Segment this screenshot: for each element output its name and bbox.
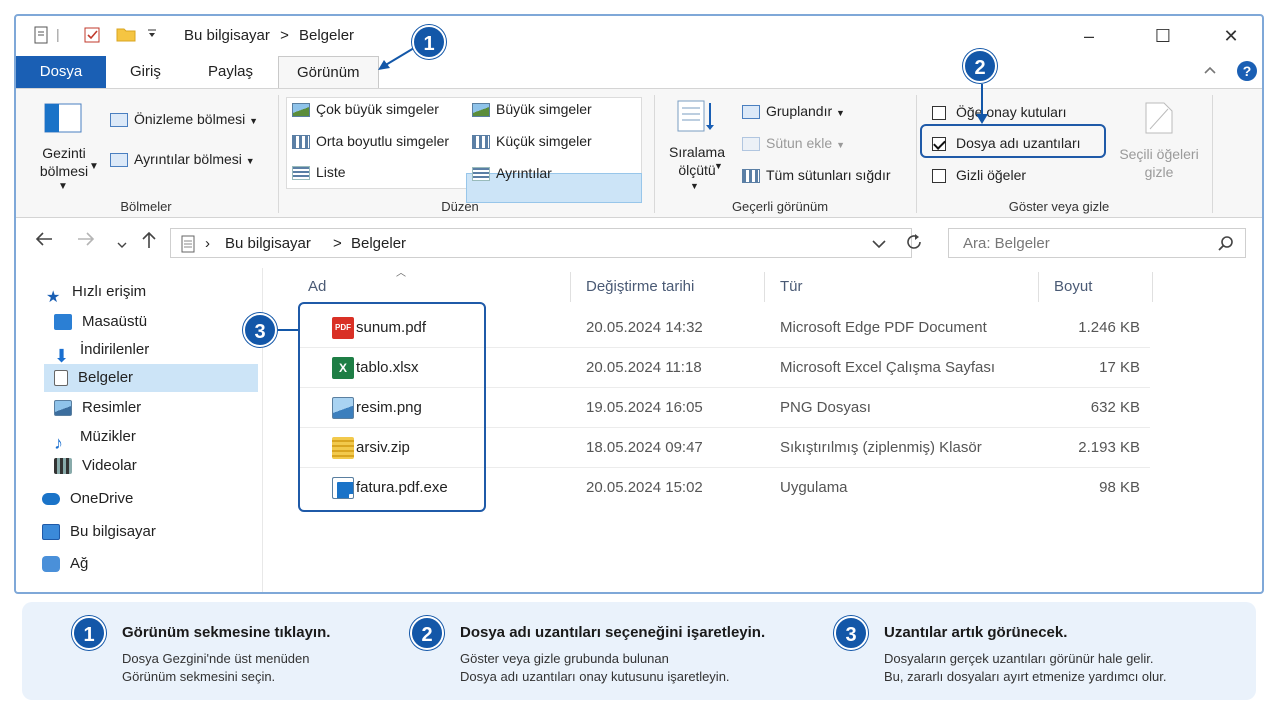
step-description-line: Dosya Gezgini'nde üst menüden (122, 651, 310, 666)
step-title: Dosya adı uzantıları seçeneğini işaretle… (460, 624, 766, 641)
step-number: 2 (410, 616, 444, 650)
instructions-panel: 1 Görünüm sekmesine tıklayın. Dosya Gezg… (22, 602, 1256, 700)
step-badge-3: 3 (243, 313, 277, 347)
annotation-arrows (278, 47, 988, 331)
arrow-to-view-tab (383, 47, 415, 67)
step-title: Görünüm sekmesine tıklayın. (122, 624, 331, 641)
arrow-head-icon (378, 60, 390, 70)
step-description: Dosyaların gerçek uzantıları görünür hal… (884, 650, 1167, 686)
step-number: 1 (72, 616, 106, 650)
instruction-step-1: 1 Görünüm sekmesine tıklayın. Dosya Gezg… (72, 616, 330, 684)
step-description-line: Dosya adı uzantıları onay kutusunu işare… (460, 669, 730, 684)
instruction-step-2: 2 Dosya adı uzantıları seçeneğini işaret… (410, 616, 765, 684)
instruction-step-3: 3 Uzantılar artık görünecek. Dosyaların … (834, 616, 1167, 684)
arrow-head-icon (976, 114, 988, 124)
step-title: Uzantılar artık görünecek. (884, 624, 1068, 641)
step-number: 3 (834, 616, 868, 650)
step-description-line: Dosyaların gerçek uzantıları görünür hal… (884, 651, 1154, 666)
step-description-line: Göster veya gizle grubunda bulunan (460, 651, 669, 666)
step-badge-2: 2 (963, 49, 997, 83)
step-description: Dosya Gezgini'nde üst menüden Görünüm se… (122, 650, 309, 686)
step-description-line: Bu, zararlı dosyaları ayırt etmenize yar… (884, 669, 1167, 684)
step-badge-1: 1 (412, 25, 446, 59)
step-description: Göster veya gizle grubunda bulunan Dosya… (460, 650, 730, 686)
step-description-line: Görünüm sekmesini seçin. (122, 669, 276, 684)
